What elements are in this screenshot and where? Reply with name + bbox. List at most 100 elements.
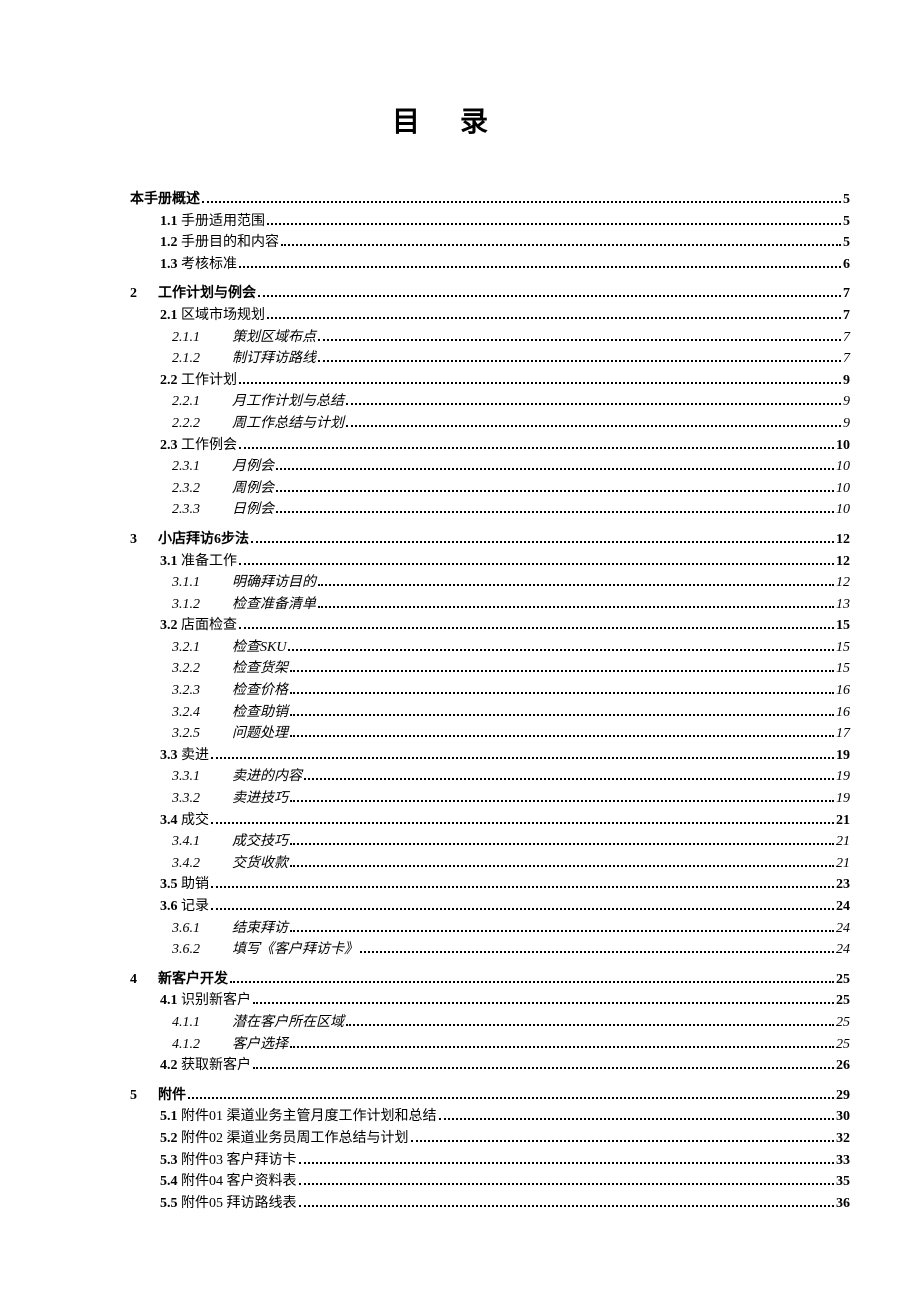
toc-entry-label: 5.3 附件03 客户拜访卡: [160, 1151, 297, 1171]
toc-entry: 本手册概述5: [130, 190, 850, 210]
toc-entry-label: 3.2.5问题处理: [172, 724, 288, 744]
toc-entry-page: 10: [836, 479, 850, 499]
toc-entry-page: 19: [836, 789, 850, 809]
toc-leader-dots: [239, 627, 834, 629]
toc-entry-label: 3.6 记录: [160, 897, 209, 917]
toc-entry-number: 5.5: [160, 1196, 178, 1211]
toc-entry-page: 10: [836, 436, 850, 456]
toc-entry-page: 29: [836, 1086, 850, 1106]
toc-entry: 2.1 区域市场规划7: [130, 306, 850, 326]
toc-entry-label: 2.2 工作计划: [160, 371, 237, 391]
toc-entry-label: 3.3 卖进: [160, 746, 209, 766]
toc-entry: 2.3.3日例会10: [130, 500, 850, 520]
toc-entry-number: 2.1.2: [172, 349, 232, 369]
toc-entry-label: 本手册概述: [130, 190, 200, 210]
toc-entry-page: 24: [836, 940, 850, 960]
toc-entry-label: 2.3.2周例会: [172, 479, 274, 499]
toc-entry-page: 12: [836, 573, 850, 593]
toc-entry-number: 3.2: [160, 618, 178, 633]
toc-entry-page: 16: [836, 703, 850, 723]
toc-leader-dots: [211, 886, 834, 888]
toc-leader-dots: [211, 757, 834, 759]
toc-entry-number: 2: [130, 284, 158, 304]
toc-entry-page: 7: [843, 284, 850, 304]
toc-entry: 3.6 记录 24: [130, 897, 850, 917]
toc-entry: 2.2 工作计划 9: [130, 371, 850, 391]
toc-entry: 3.1.1明确拜访目的12: [130, 573, 850, 593]
toc-entry-label: 3.2.2检查货架: [172, 659, 288, 679]
toc-entry-number: 3.2.5: [172, 724, 232, 744]
toc-leader-dots: [346, 425, 841, 427]
toc-entry-label: 3.4.2交货收款: [172, 854, 288, 874]
toc-entry: 4.1.2客户选择25: [130, 1035, 850, 1055]
toc-entry-page: 35: [836, 1172, 850, 1192]
toc-entry-number: 5.1: [160, 1109, 178, 1124]
toc-title: 目录: [70, 100, 850, 140]
toc-leader-dots: [290, 1046, 834, 1048]
toc-leader-dots: [251, 541, 834, 543]
toc-leader-dots: [188, 1097, 834, 1099]
toc-entry-number: 2.3.2: [172, 479, 232, 499]
toc-leader-dots: [439, 1118, 835, 1120]
toc-leader-dots: [290, 692, 834, 694]
toc-entry-label: 1.2 手册目的和内容: [160, 233, 279, 253]
toc-entry-page: 21: [836, 854, 850, 874]
toc-entry-number: 2.2.2: [172, 414, 232, 434]
toc-leader-dots: [276, 468, 834, 470]
toc-leader-dots: [239, 382, 841, 384]
toc-entry-page: 9: [843, 371, 850, 391]
toc-entry-label: 3.6.2填写《客户拜访卡》: [172, 940, 358, 960]
toc-entry-number: 4.2: [160, 1058, 178, 1073]
toc-entry-label: 2工作计划与例会: [130, 284, 256, 304]
toc-entry-page: 6: [843, 255, 850, 275]
toc-entry-label: 4.1 识别新客户: [160, 991, 251, 1011]
toc-entry-page: 21: [836, 832, 850, 852]
toc-entry-page: 5: [843, 233, 850, 253]
table-of-contents: 本手册概述51.1 手册适用范围51.2 手册目的和内容51.3 考核标准62工…: [70, 190, 850, 1213]
toc-leader-dots: [202, 201, 841, 203]
toc-entry: 3小店拜访6步法12: [130, 530, 850, 550]
toc-entry: 5.2 附件02 渠道业务员周工作总结与计划32: [130, 1129, 850, 1149]
toc-leader-dots: [299, 1205, 835, 1207]
toc-entry-number: 5.3: [160, 1153, 178, 1168]
toc-entry-page: 25: [836, 1035, 850, 1055]
toc-leader-dots: [239, 563, 834, 565]
toc-entry-label: 5附件: [130, 1086, 186, 1106]
toc-entry-label: 3.4.1成交技巧: [172, 832, 288, 852]
toc-leader-dots: [290, 714, 834, 716]
toc-entry-label: 3.1.2检查准备清单: [172, 595, 316, 615]
toc-entry-page: 15: [836, 616, 850, 636]
toc-entry: 3.4.2交货收款 21: [130, 854, 850, 874]
toc-entry: 3.2.3检查价格16: [130, 681, 850, 701]
toc-entry-page: 5: [843, 212, 850, 232]
toc-entry: 2.3.2周例会 10: [130, 479, 850, 499]
toc-entry: 3.3.1卖进的内容19: [130, 767, 850, 787]
toc-entry-page: 7: [843, 328, 850, 348]
toc-entry-number: 3.4: [160, 813, 178, 828]
toc-leader-dots: [411, 1140, 835, 1142]
toc-entry-page: 9: [843, 414, 850, 434]
toc-entry-label: 1.1 手册适用范围: [160, 212, 265, 232]
toc-entry-number: 3.1: [160, 554, 178, 569]
toc-entry: 3.4.1成交技巧 21: [130, 832, 850, 852]
toc-entry-number: 2.3.3: [172, 500, 232, 520]
toc-leader-dots: [276, 490, 834, 492]
toc-entry-page: 26: [836, 1056, 850, 1076]
toc-entry-label: 3小店拜访6步法: [130, 530, 249, 550]
toc-entry-number: 3.5: [160, 877, 178, 892]
toc-entry-page: 33: [836, 1151, 850, 1171]
toc-entry-page: 24: [836, 897, 850, 917]
toc-leader-dots: [290, 735, 834, 737]
toc-leader-dots: [290, 670, 834, 672]
toc-entry-number: 5: [130, 1086, 158, 1106]
toc-entry-page: 25: [836, 970, 850, 990]
toc-entry: 3.3 卖进19: [130, 746, 850, 766]
toc-leader-dots: [318, 360, 841, 362]
toc-entry-page: 17: [836, 724, 850, 744]
toc-entry-label: 2.3.3日例会: [172, 500, 274, 520]
toc-entry-number: 1.2: [160, 235, 178, 250]
toc-entry-label: 3.2.1检查SKU: [172, 638, 286, 658]
toc-entry: 1.2 手册目的和内容 5: [130, 233, 850, 253]
toc-leader-dots: [281, 244, 841, 246]
toc-leader-dots: [299, 1183, 835, 1185]
